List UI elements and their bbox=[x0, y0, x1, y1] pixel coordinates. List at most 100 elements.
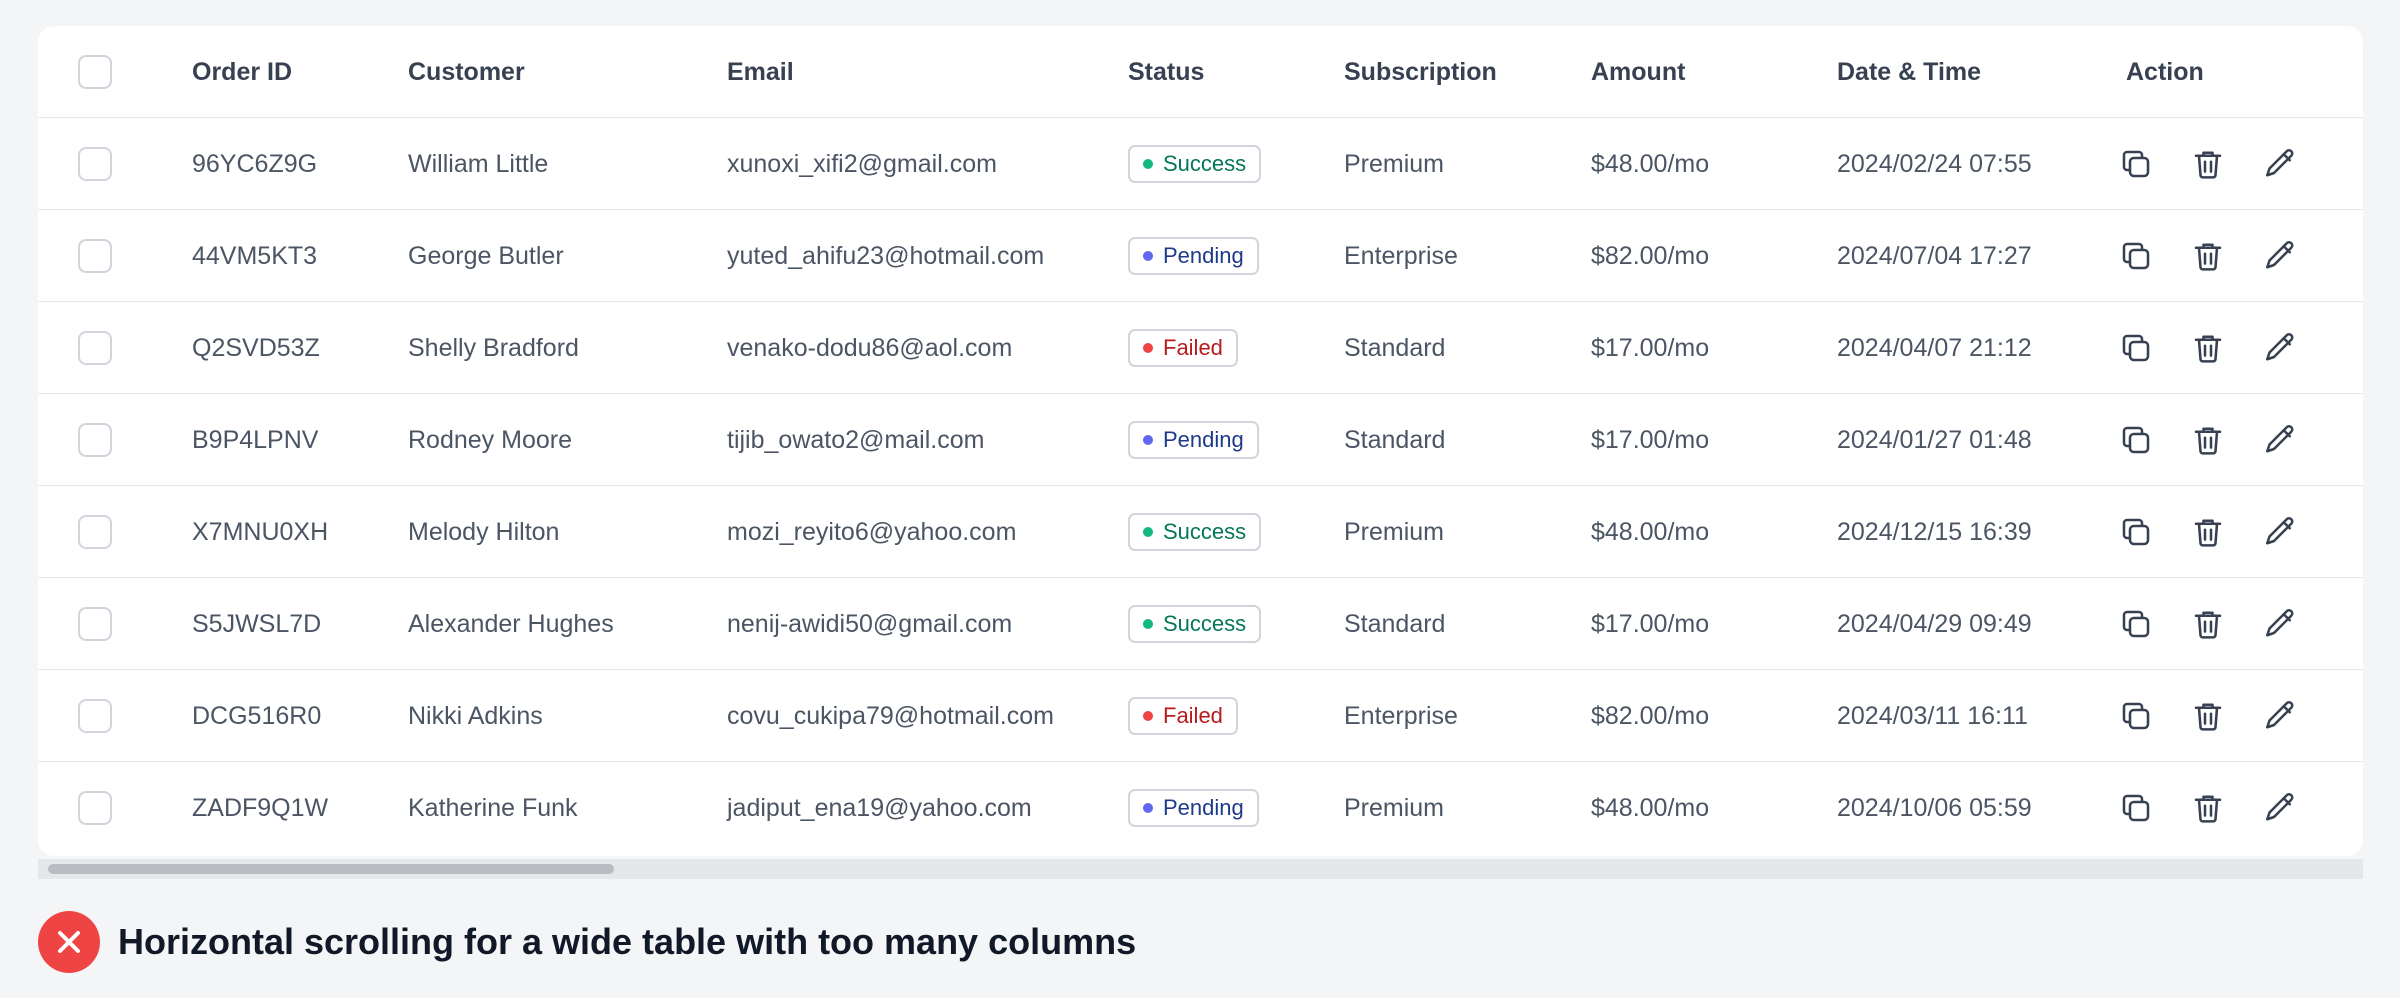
copy-button[interactable] bbox=[2118, 486, 2154, 578]
select-all-cell bbox=[78, 26, 112, 118]
copy-icon[interactable] bbox=[2118, 514, 2154, 550]
status-badge: Pending bbox=[1128, 789, 1259, 827]
pencil-icon[interactable] bbox=[2262, 330, 2298, 366]
scrollbar-thumb[interactable] bbox=[48, 864, 614, 874]
email-cell: venako-dodu86@aol.com bbox=[727, 333, 1013, 362]
status-dot-icon bbox=[1143, 619, 1153, 629]
trash-icon[interactable] bbox=[2190, 422, 2226, 458]
order-id-cell: B9P4LPNV bbox=[192, 425, 319, 454]
copy-button[interactable] bbox=[2118, 578, 2154, 670]
copy-button[interactable] bbox=[2118, 118, 2154, 210]
row-select-cell bbox=[78, 210, 112, 302]
copy-icon[interactable] bbox=[2118, 146, 2154, 182]
status-dot-icon bbox=[1143, 343, 1153, 353]
row-checkbox[interactable] bbox=[78, 699, 112, 733]
header-subscription[interactable]: Subscription bbox=[1344, 26, 1497, 118]
pencil-icon[interactable] bbox=[2262, 238, 2298, 274]
table-row[interactable]: S5JWSL7D Alexander Hughes nenij-awidi50@gm… bbox=[38, 578, 2363, 670]
date-time-cell: 2024/07/04 17:27 bbox=[1837, 241, 2032, 270]
order-id-cell: S5JWSL7D bbox=[192, 609, 322, 638]
trash-button[interactable] bbox=[2190, 118, 2226, 210]
trash-button[interactable] bbox=[2190, 210, 2226, 302]
trash-button[interactable] bbox=[2190, 762, 2226, 854]
status-cell: Failed bbox=[1128, 670, 1238, 762]
row-checkbox[interactable] bbox=[78, 515, 112, 549]
pencil-button[interactable] bbox=[2262, 486, 2298, 578]
copy-icon[interactable] bbox=[2118, 606, 2154, 642]
trash-icon[interactable] bbox=[2190, 146, 2226, 182]
date-time-cell: 2024/03/11 16:11 bbox=[1837, 701, 2028, 730]
trash-button[interactable] bbox=[2190, 302, 2226, 394]
trash-button[interactable] bbox=[2190, 578, 2226, 670]
trash-icon[interactable] bbox=[2190, 790, 2226, 826]
pencil-button[interactable] bbox=[2262, 210, 2298, 302]
email-cell: xunoxi_xifi2@gmail.com bbox=[727, 149, 997, 178]
header-email[interactable]: Email bbox=[727, 26, 794, 118]
pencil-button[interactable] bbox=[2262, 578, 2298, 670]
trash-icon[interactable] bbox=[2190, 698, 2226, 734]
row-checkbox[interactable] bbox=[78, 239, 112, 273]
copy-icon[interactable] bbox=[2118, 698, 2154, 734]
copy-button[interactable] bbox=[2118, 302, 2154, 394]
status-label: Pending bbox=[1163, 795, 1244, 820]
copy-icon[interactable] bbox=[2118, 238, 2154, 274]
table-row[interactable]: DCG516R0 Nikki Adkins covu_cukipa79@hotmai… bbox=[38, 670, 2363, 762]
pencil-button[interactable] bbox=[2262, 762, 2298, 854]
trash-icon[interactable] bbox=[2190, 606, 2226, 642]
table-row[interactable]: Q2SVD53Z Shelly Bradford venako-dodu86@aol… bbox=[38, 302, 2363, 394]
select-all-checkbox[interactable] bbox=[78, 55, 112, 89]
status-cell: Pending bbox=[1128, 762, 1259, 854]
date-time-cell: 2024/10/06 05:59 bbox=[1837, 793, 2032, 822]
trash-button[interactable] bbox=[2190, 394, 2226, 486]
x-circle-icon bbox=[38, 911, 100, 973]
order-id-cell: DCG516R0 bbox=[192, 701, 322, 730]
copy-button[interactable] bbox=[2118, 670, 2154, 762]
copy-button[interactable] bbox=[2118, 210, 2154, 302]
pencil-icon[interactable] bbox=[2262, 790, 2298, 826]
header-order-id[interactable]: Order ID bbox=[192, 26, 292, 118]
trash-button[interactable] bbox=[2190, 670, 2226, 762]
pencil-button[interactable] bbox=[2262, 394, 2298, 486]
pencil-icon[interactable] bbox=[2262, 146, 2298, 182]
header-customer[interactable]: Customer bbox=[408, 26, 525, 118]
email-cell: covu_cukipa79@hotmail.com bbox=[727, 701, 1054, 730]
table-row[interactable]: 96YC6Z9G William Little xunoxi_xifi2@gmail… bbox=[38, 118, 2363, 210]
copy-icon[interactable] bbox=[2118, 422, 2154, 458]
horizontal-scrollbar[interactable] bbox=[38, 859, 2363, 879]
pencil-button[interactable] bbox=[2262, 118, 2298, 210]
table-row[interactable]: X7MNU0XH Melody Hilton mozi_reyito6@yahoo.… bbox=[38, 486, 2363, 578]
trash-button[interactable] bbox=[2190, 486, 2226, 578]
header-date-time[interactable]: Date & Time bbox=[1837, 26, 1981, 118]
pencil-icon[interactable] bbox=[2262, 698, 2298, 734]
copy-button[interactable] bbox=[2118, 394, 2154, 486]
copy-icon[interactable] bbox=[2118, 790, 2154, 826]
orders-table: Order ID Customer Email Status Subscript… bbox=[38, 26, 2363, 856]
pencil-button[interactable] bbox=[2262, 670, 2298, 762]
pencil-button[interactable] bbox=[2262, 302, 2298, 394]
row-checkbox[interactable] bbox=[78, 331, 112, 365]
copy-button[interactable] bbox=[2118, 762, 2154, 854]
table-row[interactable]: B9P4LPNV Rodney Moore tijib_owato2@mail.co… bbox=[38, 394, 2363, 486]
pencil-icon[interactable] bbox=[2262, 514, 2298, 550]
row-checkbox[interactable] bbox=[78, 791, 112, 825]
row-checkbox[interactable] bbox=[78, 423, 112, 457]
header-status[interactable]: Status bbox=[1128, 26, 1204, 118]
date-time-cell: 2024/04/29 09:49 bbox=[1837, 609, 2032, 638]
row-checkbox[interactable] bbox=[78, 607, 112, 641]
email-cell: nenij-awidi50@gmail.com bbox=[727, 609, 1013, 638]
table-row[interactable]: 44VM5KT3 George Butler yuted_ahifu23@hotma… bbox=[38, 210, 2363, 302]
pencil-icon[interactable] bbox=[2262, 606, 2298, 642]
header-amount[interactable]: Amount bbox=[1591, 26, 1685, 118]
trash-icon[interactable] bbox=[2190, 330, 2226, 366]
trash-icon[interactable] bbox=[2190, 514, 2226, 550]
table-row[interactable]: ZADF9Q1W Katherine Funk jadiput_ena19@yaho… bbox=[38, 762, 2363, 854]
copy-icon[interactable] bbox=[2118, 330, 2154, 366]
row-select-cell bbox=[78, 486, 112, 578]
trash-icon[interactable] bbox=[2190, 238, 2226, 274]
email-cell: yuted_ahifu23@hotmail.com bbox=[727, 241, 1045, 270]
status-dot-icon bbox=[1143, 711, 1153, 721]
status-badge: Failed bbox=[1128, 329, 1238, 367]
pencil-icon[interactable] bbox=[2262, 422, 2298, 458]
status-label: Pending bbox=[1163, 427, 1244, 452]
row-checkbox[interactable] bbox=[78, 147, 112, 181]
